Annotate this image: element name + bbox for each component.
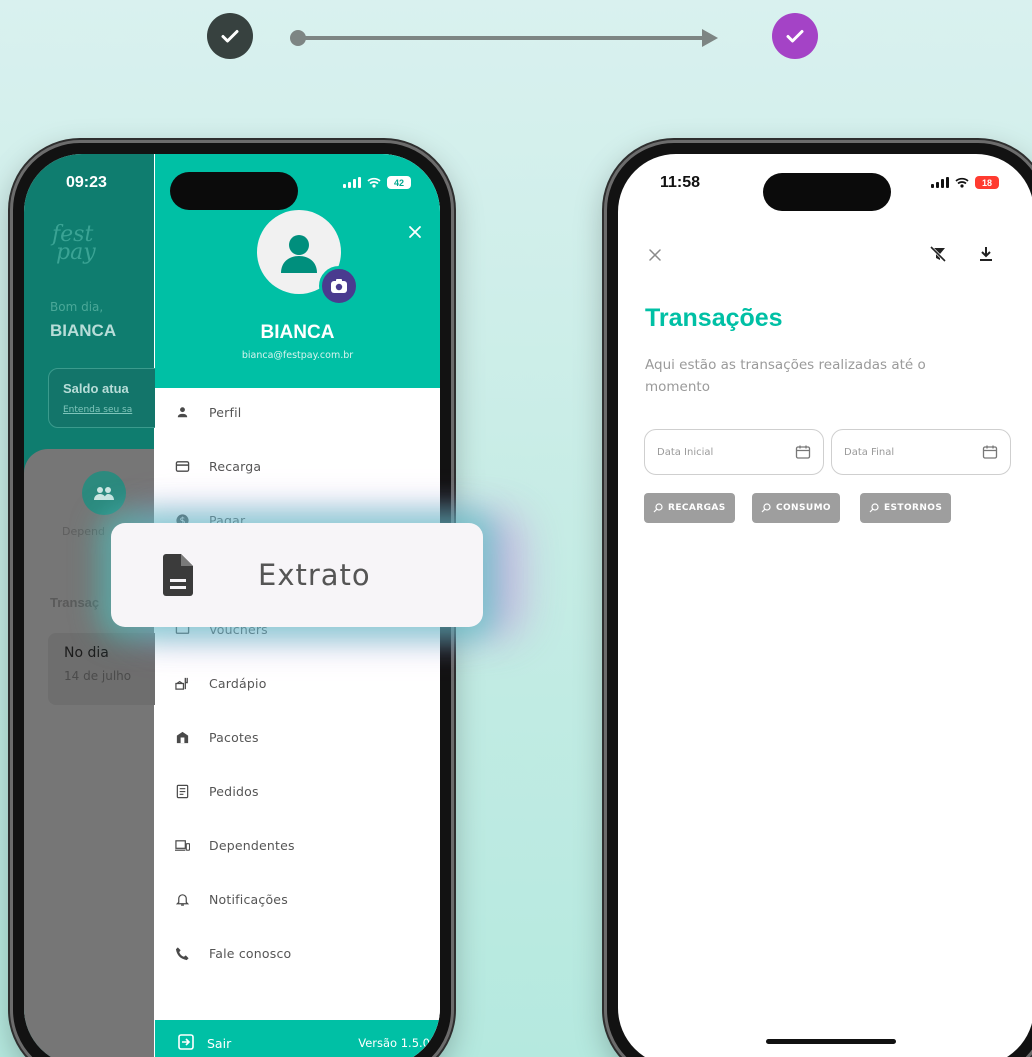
download-icon[interactable] — [978, 245, 998, 265]
transactions-label-bg: Transaç — [50, 595, 100, 610]
menu-item-perfil[interactable]: Perfil — [155, 385, 440, 439]
right-phone-screen: 11:58 18 Transações Aqui estão as transa… — [618, 154, 1032, 1057]
close-icon[interactable] — [407, 224, 425, 242]
page-description: Aqui estão as transações realizadas até … — [645, 357, 926, 395]
user-name-bg: BIANCA — [50, 321, 117, 340]
person-icon — [155, 405, 209, 420]
wifi-icon — [367, 177, 381, 188]
wifi-icon — [955, 177, 969, 188]
drawer-user-name: BIANCA — [260, 322, 335, 343]
right-status-time: 11:58 — [660, 174, 701, 191]
filter-recargas-button[interactable]: RECARGAS — [644, 493, 735, 523]
bell-icon — [155, 892, 209, 907]
devices-icon — [155, 838, 209, 853]
app-version: Versão 1.5.0 — [358, 1036, 430, 1050]
document-icon — [161, 553, 195, 597]
drawer-user-email: bianca@festpay.com.br — [241, 350, 354, 361]
right-phone: 11:58 18 Transações Aqui estão as transa… — [604, 140, 1032, 1057]
flow-arrow — [290, 29, 718, 47]
greeting: Bom dia, — [50, 300, 104, 314]
right-status-icons: 18 — [931, 176, 999, 189]
calendar-icon — [795, 445, 811, 459]
close-icon[interactable] — [648, 247, 664, 263]
phone-icon — [155, 946, 209, 961]
menu-item-notificacoes[interactable]: Notificações — [155, 872, 440, 926]
festpay-logo: fest pay — [52, 222, 96, 265]
orders-icon — [155, 784, 209, 799]
search-icon — [653, 503, 663, 513]
menu-item-pedidos[interactable]: Pedidos — [155, 764, 440, 818]
menu-food-icon — [155, 676, 209, 691]
menu-item-pacotes[interactable]: Pacotes — [155, 710, 440, 764]
home-indicator — [766, 1039, 896, 1044]
battery-icon: 42 — [387, 176, 411, 189]
menu-item-recarga[interactable]: Recarga — [155, 439, 440, 493]
filter-consumo-button[interactable]: CONSUMO — [752, 493, 840, 523]
package-icon — [155, 730, 209, 745]
signal-icon — [931, 177, 949, 188]
logout-button[interactable]: Sair — [207, 1036, 231, 1051]
search-icon — [761, 503, 771, 513]
battery-icon: 18 — [975, 176, 999, 189]
filter-estornos-button[interactable]: ESTORNOS — [860, 493, 952, 523]
menu-item-cardapio[interactable]: Cardápio — [155, 656, 440, 710]
extrato-label: Extrato — [258, 558, 371, 592]
extrato-highlight[interactable]: Extrato — [111, 523, 483, 627]
card-icon — [155, 459, 209, 474]
left-status-icons: 42 — [343, 176, 411, 189]
menu-item-dependentes[interactable]: Dependentes — [155, 818, 440, 872]
dependents-icon[interactable] — [82, 471, 126, 515]
logout-icon[interactable] — [177, 1033, 197, 1053]
dependents-label-bg: Depend — [62, 525, 105, 538]
step-target-icon — [772, 13, 818, 59]
search-icon — [869, 503, 879, 513]
drawer-footer: Sair Versão 1.5.0 — [155, 1020, 440, 1057]
left-status-time: 09:23 — [66, 174, 107, 191]
clear-filter-icon[interactable] — [929, 245, 949, 265]
calendar-icon — [982, 445, 998, 459]
dynamic-island — [170, 172, 298, 210]
dynamic-island — [763, 173, 891, 211]
step-complete-icon — [207, 13, 253, 59]
start-date-field[interactable]: Data Inicial — [644, 429, 824, 475]
camera-icon[interactable] — [319, 266, 359, 306]
end-date-field[interactable]: Data Final — [831, 429, 1011, 475]
page-title: Transações — [645, 304, 783, 332]
menu-item-fale-conosco[interactable]: Fale conosco — [155, 926, 440, 980]
signal-icon — [343, 177, 361, 188]
